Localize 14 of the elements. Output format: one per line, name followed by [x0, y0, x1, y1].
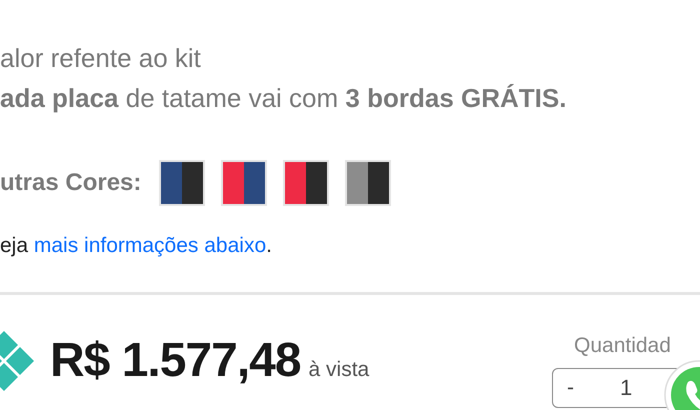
- description-text: alor refente ao kit: [0, 42, 202, 75]
- more-info-text: eja mais informações abaixo.: [0, 233, 273, 259]
- color-swatch[interactable]: [345, 160, 392, 206]
- price-amount: R$ 1.577,48: [50, 332, 301, 388]
- quantity-value: 1: [620, 374, 632, 400]
- other-colors-label: utras Cores:: [0, 168, 142, 198]
- payment-note: à vista: [308, 356, 370, 383]
- quantity-label: Quantidad: [574, 333, 672, 359]
- color-swatch[interactable]: [283, 160, 330, 206]
- color-swatch[interactable]: [221, 160, 268, 206]
- color-swatch[interactable]: [159, 160, 206, 206]
- minus-button[interactable]: -: [567, 372, 574, 404]
- description-text: ada placa de tatame vai com 3 bordas GRÁTIS.: [0, 82, 568, 115]
- more-info-link[interactable]: mais informações abaixo: [34, 234, 266, 257]
